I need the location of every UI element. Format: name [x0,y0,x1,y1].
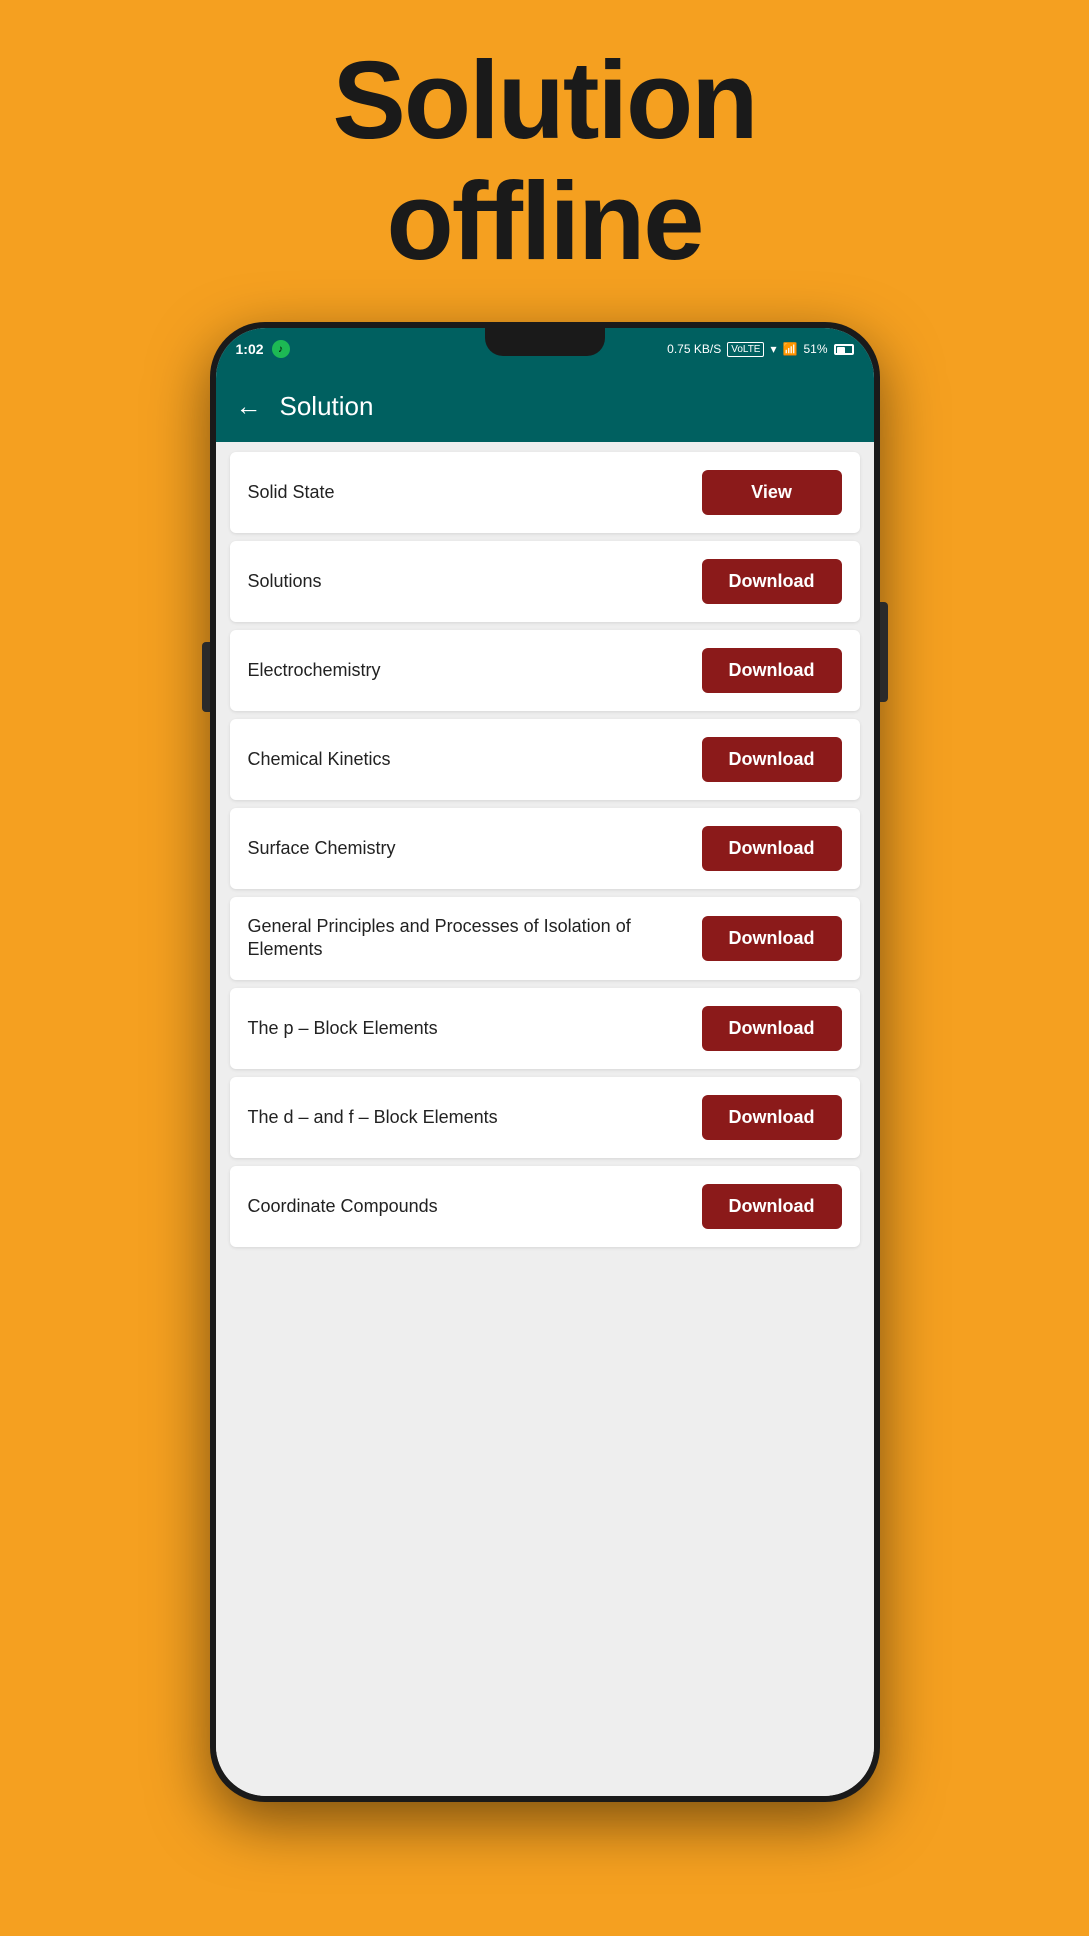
download-button-3[interactable]: Download [702,648,842,693]
download-button-7[interactable]: Download [702,1006,842,1051]
app-bar: ← Solution [216,370,874,442]
wifi-icon: ▾ [770,342,776,356]
item-title-3: Electrochemistry [248,659,702,682]
phone-mockup: 1:02 ♪ 0.75 KB/S VoLTE ▾ 📶 51% ← Solutio… [210,322,880,1802]
download-button-8[interactable]: Download [702,1095,842,1140]
list-item: Coordinate CompoundsDownload [230,1166,860,1247]
list-item: General Principles and Processes of Isol… [230,897,860,980]
item-title-9: Coordinate Compounds [248,1195,702,1218]
app-bar-title: Solution [280,391,374,422]
status-time: 1:02 [236,341,264,357]
item-title-7: The p – Block Elements [248,1017,702,1040]
list-item: Solid StateView [230,452,860,533]
back-button[interactable]: ← [236,391,262,422]
volte-label: VoLTE [727,342,764,357]
download-button-2[interactable]: Download [702,559,842,604]
list-item: ElectrochemistryDownload [230,630,860,711]
content-list: Solid StateViewSolutionsDownloadElectroc… [216,442,874,1796]
list-item: The d – and f – Block ElementsDownload [230,1077,860,1158]
status-left: 1:02 ♪ [236,340,290,358]
hero-line1: Solution [333,39,757,162]
item-title-2: Solutions [248,570,702,593]
battery-icon [834,344,854,355]
spotify-icon: ♪ [272,340,290,358]
download-button-9[interactable]: Download [702,1184,842,1229]
phone-notch [485,328,605,356]
hero-title: Solution offline [333,40,757,282]
download-button-4[interactable]: Download [702,737,842,782]
view-button-1[interactable]: View [702,470,842,515]
list-item: Chemical KineticsDownload [230,719,860,800]
network-speed: 0.75 KB/S [667,342,721,356]
hero-line2: offline [387,160,703,283]
phone-screen: 1:02 ♪ 0.75 KB/S VoLTE ▾ 📶 51% ← Solutio… [216,328,874,1796]
status-right: 0.75 KB/S VoLTE ▾ 📶 51% [667,342,853,357]
list-item: SolutionsDownload [230,541,860,622]
item-title-8: The d – and f – Block Elements [248,1106,702,1129]
download-button-6[interactable]: Download [702,916,842,961]
battery-level: 51% [803,342,827,356]
list-item: Surface ChemistryDownload [230,808,860,889]
item-title-5: Surface Chemistry [248,837,702,860]
download-button-5[interactable]: Download [702,826,842,871]
signal-icon: 📶 [783,342,798,356]
item-title-4: Chemical Kinetics [248,748,702,771]
item-title-1: Solid State [248,481,702,504]
item-title-6: General Principles and Processes of Isol… [248,915,702,962]
list-item: The p – Block ElementsDownload [230,988,860,1069]
